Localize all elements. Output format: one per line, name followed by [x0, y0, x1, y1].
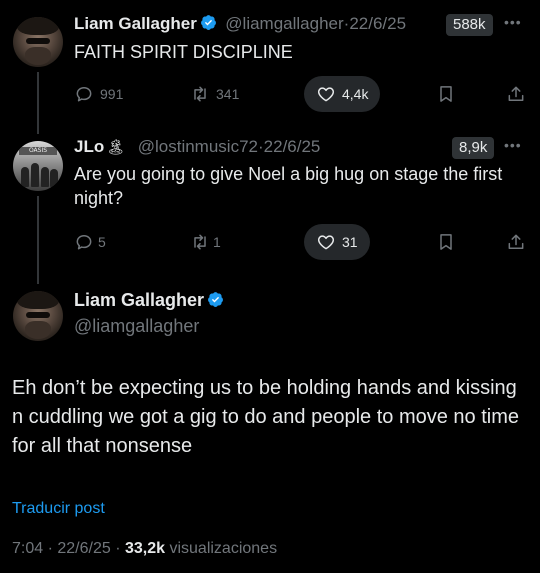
share-icon	[508, 86, 524, 101]
heart-icon	[317, 87, 335, 102]
tweet-text: FAITH SPIRIT DISCIPLINE	[74, 42, 293, 62]
bookmark-icon	[440, 86, 452, 102]
thread-line	[37, 196, 39, 284]
dot-separator: ·	[43, 540, 58, 557]
views-badge: 588k	[446, 14, 493, 36]
retweet-count: 341	[216, 86, 240, 102]
author-name[interactable]: JLo	[74, 137, 104, 156]
tweet-actions: 5 1 31	[74, 222, 530, 262]
tweet-date[interactable]: 22/6/25	[264, 137, 321, 156]
verified-badge-icon	[200, 15, 216, 30]
author-name[interactable]: Liam Gallagher	[74, 290, 204, 310]
tweet-header: Liam Gallagher @liamgallagher·22/6/25	[74, 14, 406, 34]
like-button[interactable]: 4,4k	[304, 76, 381, 112]
share-button[interactable]	[506, 74, 526, 114]
bookmark-button[interactable]	[436, 74, 456, 114]
tweet-date[interactable]: 22/6/25	[349, 14, 406, 33]
reply-button[interactable]: 5	[74, 222, 106, 262]
views-badge: 8,9k	[452, 137, 495, 159]
avatar-banner: OASIS	[19, 147, 57, 155]
like-button[interactable]: 31	[304, 224, 370, 260]
avatar[interactable]: OASIS	[13, 141, 63, 191]
share-button[interactable]	[506, 222, 526, 262]
like-count: 4,4k	[342, 86, 369, 102]
tweet-actions: 991 341 4,4k	[74, 74, 530, 114]
retweet-count: 1	[213, 234, 221, 250]
tweet-header: Liam Gallagher	[74, 290, 224, 311]
translate-link[interactable]: Traducir post	[12, 500, 105, 518]
author-handle[interactable]: @liamgallagher	[74, 316, 199, 337]
reply-icon	[76, 87, 92, 102]
retweet-button[interactable]: 1	[190, 222, 221, 262]
tweet-meta: 7:04 · 22/6/25 · 33,2k visualizaciones	[12, 540, 277, 558]
retweet-button[interactable]: 341	[190, 74, 239, 114]
tweet-text: Eh don’t be expecting us to be holding h…	[12, 377, 520, 457]
tweet-time[interactable]: 7:04	[12, 540, 43, 557]
author-name[interactable]: Liam Gallagher	[74, 14, 197, 33]
view-count: 33,2k	[124, 540, 166, 557]
tweet-text: Are you going to give Noel a big hug on …	[74, 164, 503, 208]
more-options-icon[interactable]: •••	[504, 14, 522, 30]
dot-separator: ·	[110, 540, 125, 557]
reply-button[interactable]: 991	[74, 74, 123, 114]
island-emoji-icon: 🏝	[106, 139, 126, 156]
like-count: 31	[342, 234, 358, 250]
more-options-icon[interactable]: •••	[504, 137, 522, 153]
share-icon	[508, 234, 524, 249]
thread-line	[37, 72, 39, 134]
author-handle[interactable]: @liamgallagher	[225, 14, 343, 33]
verified-badge-icon	[208, 292, 223, 307]
avatar[interactable]	[13, 17, 63, 67]
reply-icon	[76, 235, 92, 250]
heart-icon	[317, 235, 335, 250]
author-handle[interactable]: @lostinmusic72	[138, 137, 258, 156]
reply-count: 5	[98, 234, 106, 250]
bookmark-icon	[440, 234, 452, 250]
bookmark-button[interactable]	[436, 222, 456, 262]
tweet-header: JLo 🏝 @lostinmusic72·22/6/25	[74, 137, 320, 157]
reply-count: 991	[100, 86, 124, 102]
retweet-icon	[194, 234, 206, 250]
avatar[interactable]	[13, 291, 63, 341]
tweet-date[interactable]: 22/6/25	[57, 540, 110, 557]
retweet-icon	[194, 86, 206, 102]
views-label: visualizaciones	[169, 540, 278, 557]
